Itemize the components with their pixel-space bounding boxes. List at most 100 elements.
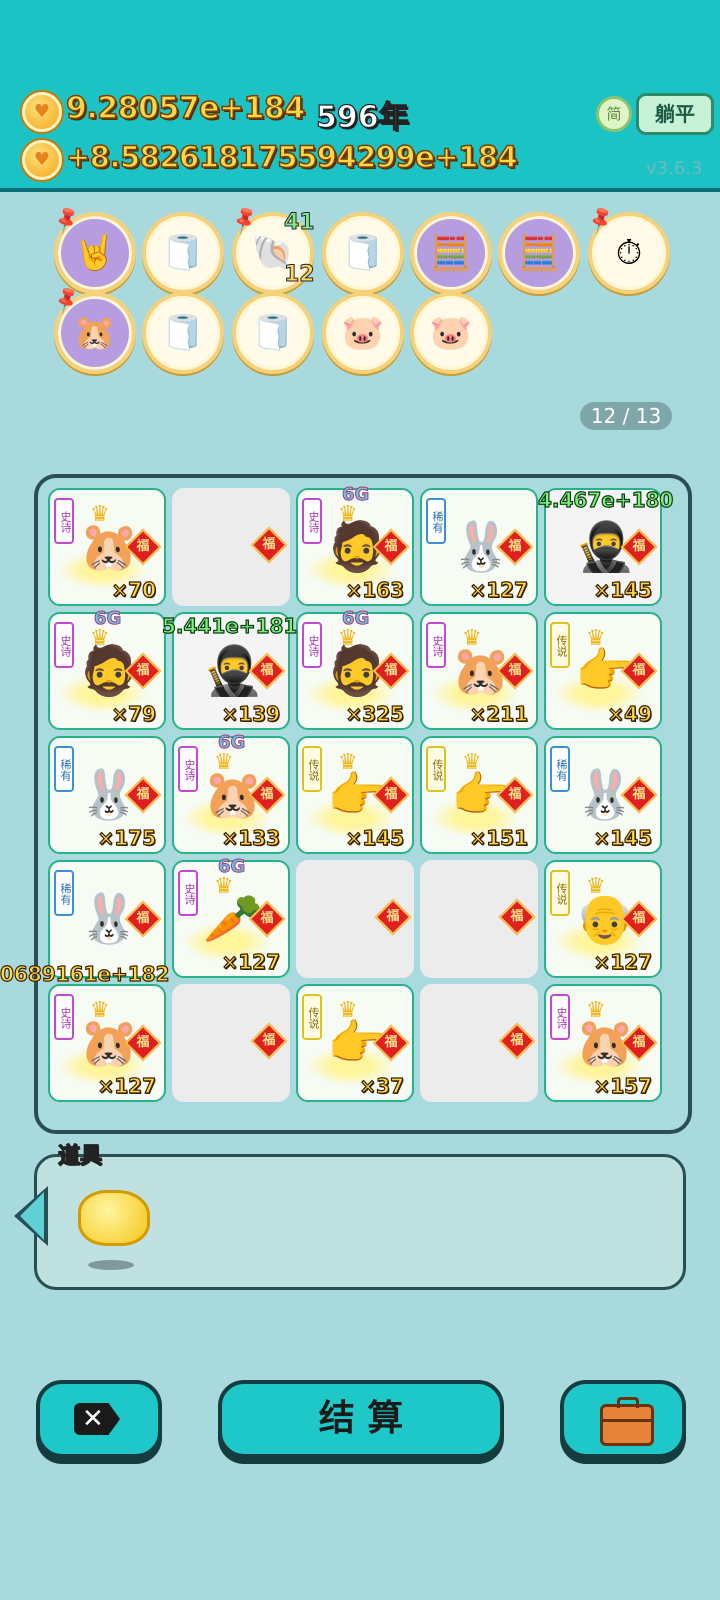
fu-label: 福	[510, 909, 524, 924]
board-cell[interactable]: 🐹 ♛ 史诗 ×157 福	[544, 984, 662, 1102]
medal-item[interactable]: 🐷	[322, 292, 404, 374]
board-cell[interactable]: 福	[296, 860, 414, 978]
medal-item[interactable]: 🤘 📌	[50, 203, 136, 294]
rarity-badge: 史诗	[178, 870, 198, 916]
left-arrow-icon[interactable]	[14, 1186, 48, 1246]
cell-count: ×127	[97, 1073, 157, 1098]
tissue-box-icon: 🧻	[341, 233, 385, 273]
medal-item[interactable]: 🐚 41 12 📌	[228, 203, 316, 294]
fu-label: 福	[260, 911, 274, 926]
settle-button[interactable]: 结 算	[218, 1380, 504, 1458]
cell-count: ×127	[469, 577, 529, 602]
rarity-badge: 史诗	[302, 498, 322, 544]
crown-icon: ♛	[586, 874, 606, 899]
board-cell[interactable]: 🧔 ♛ 史诗 6G ×325 福	[296, 608, 414, 730]
board-cell[interactable]: 🐰 稀有 ×127 福	[420, 488, 538, 606]
coin-total: 9.28057e+184	[65, 90, 306, 127]
board-cell[interactable]: 👉 ♛ 传说 ×49 福	[544, 612, 662, 730]
medal-item[interactable]: 🧻	[142, 292, 224, 374]
board-cell[interactable]: 福	[420, 860, 538, 978]
board-cell[interactable]: 🐰 稀有 ×145 福	[544, 736, 662, 854]
fu-tag-icon: 福	[498, 898, 536, 936]
board-cell[interactable]: 🐹 ♛ 史诗 ×127 福	[48, 984, 166, 1102]
board-cell[interactable]: 👉 ♛ 传说 ×37 福	[296, 984, 414, 1102]
rarity-badge: 史诗	[550, 994, 570, 1040]
fu-label: 福	[632, 1035, 646, 1050]
rarity-badge: 传说	[302, 746, 322, 792]
board-cell[interactable]: 🐰 稀有福	[48, 860, 166, 978]
fu-label: 福	[508, 663, 522, 678]
cell-count: ×139	[221, 701, 281, 726]
medal-item[interactable]: 🧮	[410, 212, 492, 294]
piggy-shadow	[88, 1260, 134, 1270]
board-cell[interactable]: 🧔 ♛ 史诗 6G ×79 福	[48, 608, 166, 730]
board-cell[interactable]: 福	[172, 984, 290, 1102]
coin-icon	[22, 92, 62, 132]
rarity-badge: 稀有	[426, 498, 446, 544]
fu-label: 福	[510, 1033, 524, 1048]
rarity-badge: 史诗	[302, 622, 322, 668]
medal-item[interactable]: 🧻	[232, 292, 314, 374]
math-guy-icon: 🧮	[517, 233, 561, 273]
board-cell[interactable]: 福	[172, 488, 290, 606]
fu-label: 福	[260, 663, 274, 678]
fu-label: 福	[632, 663, 646, 678]
medal-item[interactable]: 🐷	[410, 292, 492, 374]
golden-piggy-icon[interactable]	[78, 1190, 150, 1246]
crown-icon: ♛	[586, 998, 606, 1023]
board-cell[interactable]: 🐹 ♛ 史诗 ×70 福	[48, 488, 166, 606]
board-cell[interactable]: 👉 ♛ 传说 ×145 福	[296, 736, 414, 854]
board-cell[interactable]: 👉 ♛ 传说 ×151 福	[420, 736, 538, 854]
board-cell[interactable]: 福	[420, 984, 538, 1102]
simplified-toggle[interactable]: 简	[596, 96, 632, 132]
fu-label: 福	[384, 1035, 398, 1050]
cell-count: ×49	[607, 701, 653, 726]
medal-item[interactable]: 🧻	[142, 212, 224, 294]
six-g-label: 6G	[341, 608, 370, 630]
delete-button[interactable]: ✕	[36, 1380, 162, 1458]
rarity-badge: 史诗	[178, 746, 198, 792]
items-title: 道具	[57, 1143, 103, 1169]
crown-icon: ♛	[338, 626, 358, 651]
crown-icon: ♛	[586, 626, 606, 651]
medal-item[interactable]: 🧮	[498, 212, 580, 294]
tissue-box-icon: 🧻	[251, 313, 295, 353]
bag-button[interactable]	[560, 1380, 686, 1458]
rarity-badge: 传说	[426, 746, 446, 792]
board-cell[interactable]: 🐹 ♛ 史诗 6G ×133 福	[172, 732, 290, 854]
fu-label: 福	[262, 537, 276, 552]
delete-tag-icon: ✕	[74, 1403, 120, 1435]
fu-label: 福	[136, 911, 150, 926]
board-cell[interactable]: 🧔 ♛ 史诗 6G ×163 福	[296, 484, 414, 606]
fu-label: 福	[632, 911, 646, 926]
fu-label: 福	[632, 787, 646, 802]
fu-tag-icon: 福	[250, 1022, 288, 1060]
fu-label: 福	[136, 1035, 150, 1050]
six-g-label: 6G	[93, 608, 122, 630]
crown-icon: ♛	[90, 998, 110, 1023]
medal-item[interactable]: 🧻	[322, 212, 404, 294]
fu-label: 福	[136, 663, 150, 678]
rarity-badge: 史诗	[54, 994, 74, 1040]
cell-count: ×151	[469, 825, 529, 850]
cell-count: ×175	[97, 825, 157, 850]
briefcase-icon	[600, 1397, 654, 1446]
board-cell[interactable]: 🐰 稀有 ×175 福	[48, 736, 166, 854]
piggy-bank-icon: 🐷	[341, 313, 385, 353]
six-g-label: 6G	[341, 484, 370, 506]
board-cell[interactable]: 👴 ♛ 传说 ×127 福	[544, 860, 662, 978]
medal-bottom-count: 12	[284, 262, 316, 288]
fu-label: 福	[508, 787, 522, 802]
income-coin-icon	[22, 140, 62, 180]
piggy-bank-icon: 🐷	[429, 313, 473, 353]
lie-flat-button[interactable]: 躺平	[636, 93, 714, 135]
rarity-badge: 稀有	[550, 746, 570, 792]
medal-item[interactable]: 🐹 📌	[50, 283, 136, 374]
crown-icon: ♛	[338, 998, 358, 1023]
crown-icon: ♛	[462, 750, 482, 775]
medal-item[interactable]: ⏱ 📌	[584, 203, 670, 294]
cell-count: ×145	[345, 825, 405, 850]
board-cell[interactable]: 🥕 ♛ 史诗 6G ×127 福	[172, 856, 290, 978]
cell-count: ×157	[593, 1073, 653, 1098]
board-cell[interactable]: 🐹 ♛ 史诗 ×211 福	[420, 612, 538, 730]
